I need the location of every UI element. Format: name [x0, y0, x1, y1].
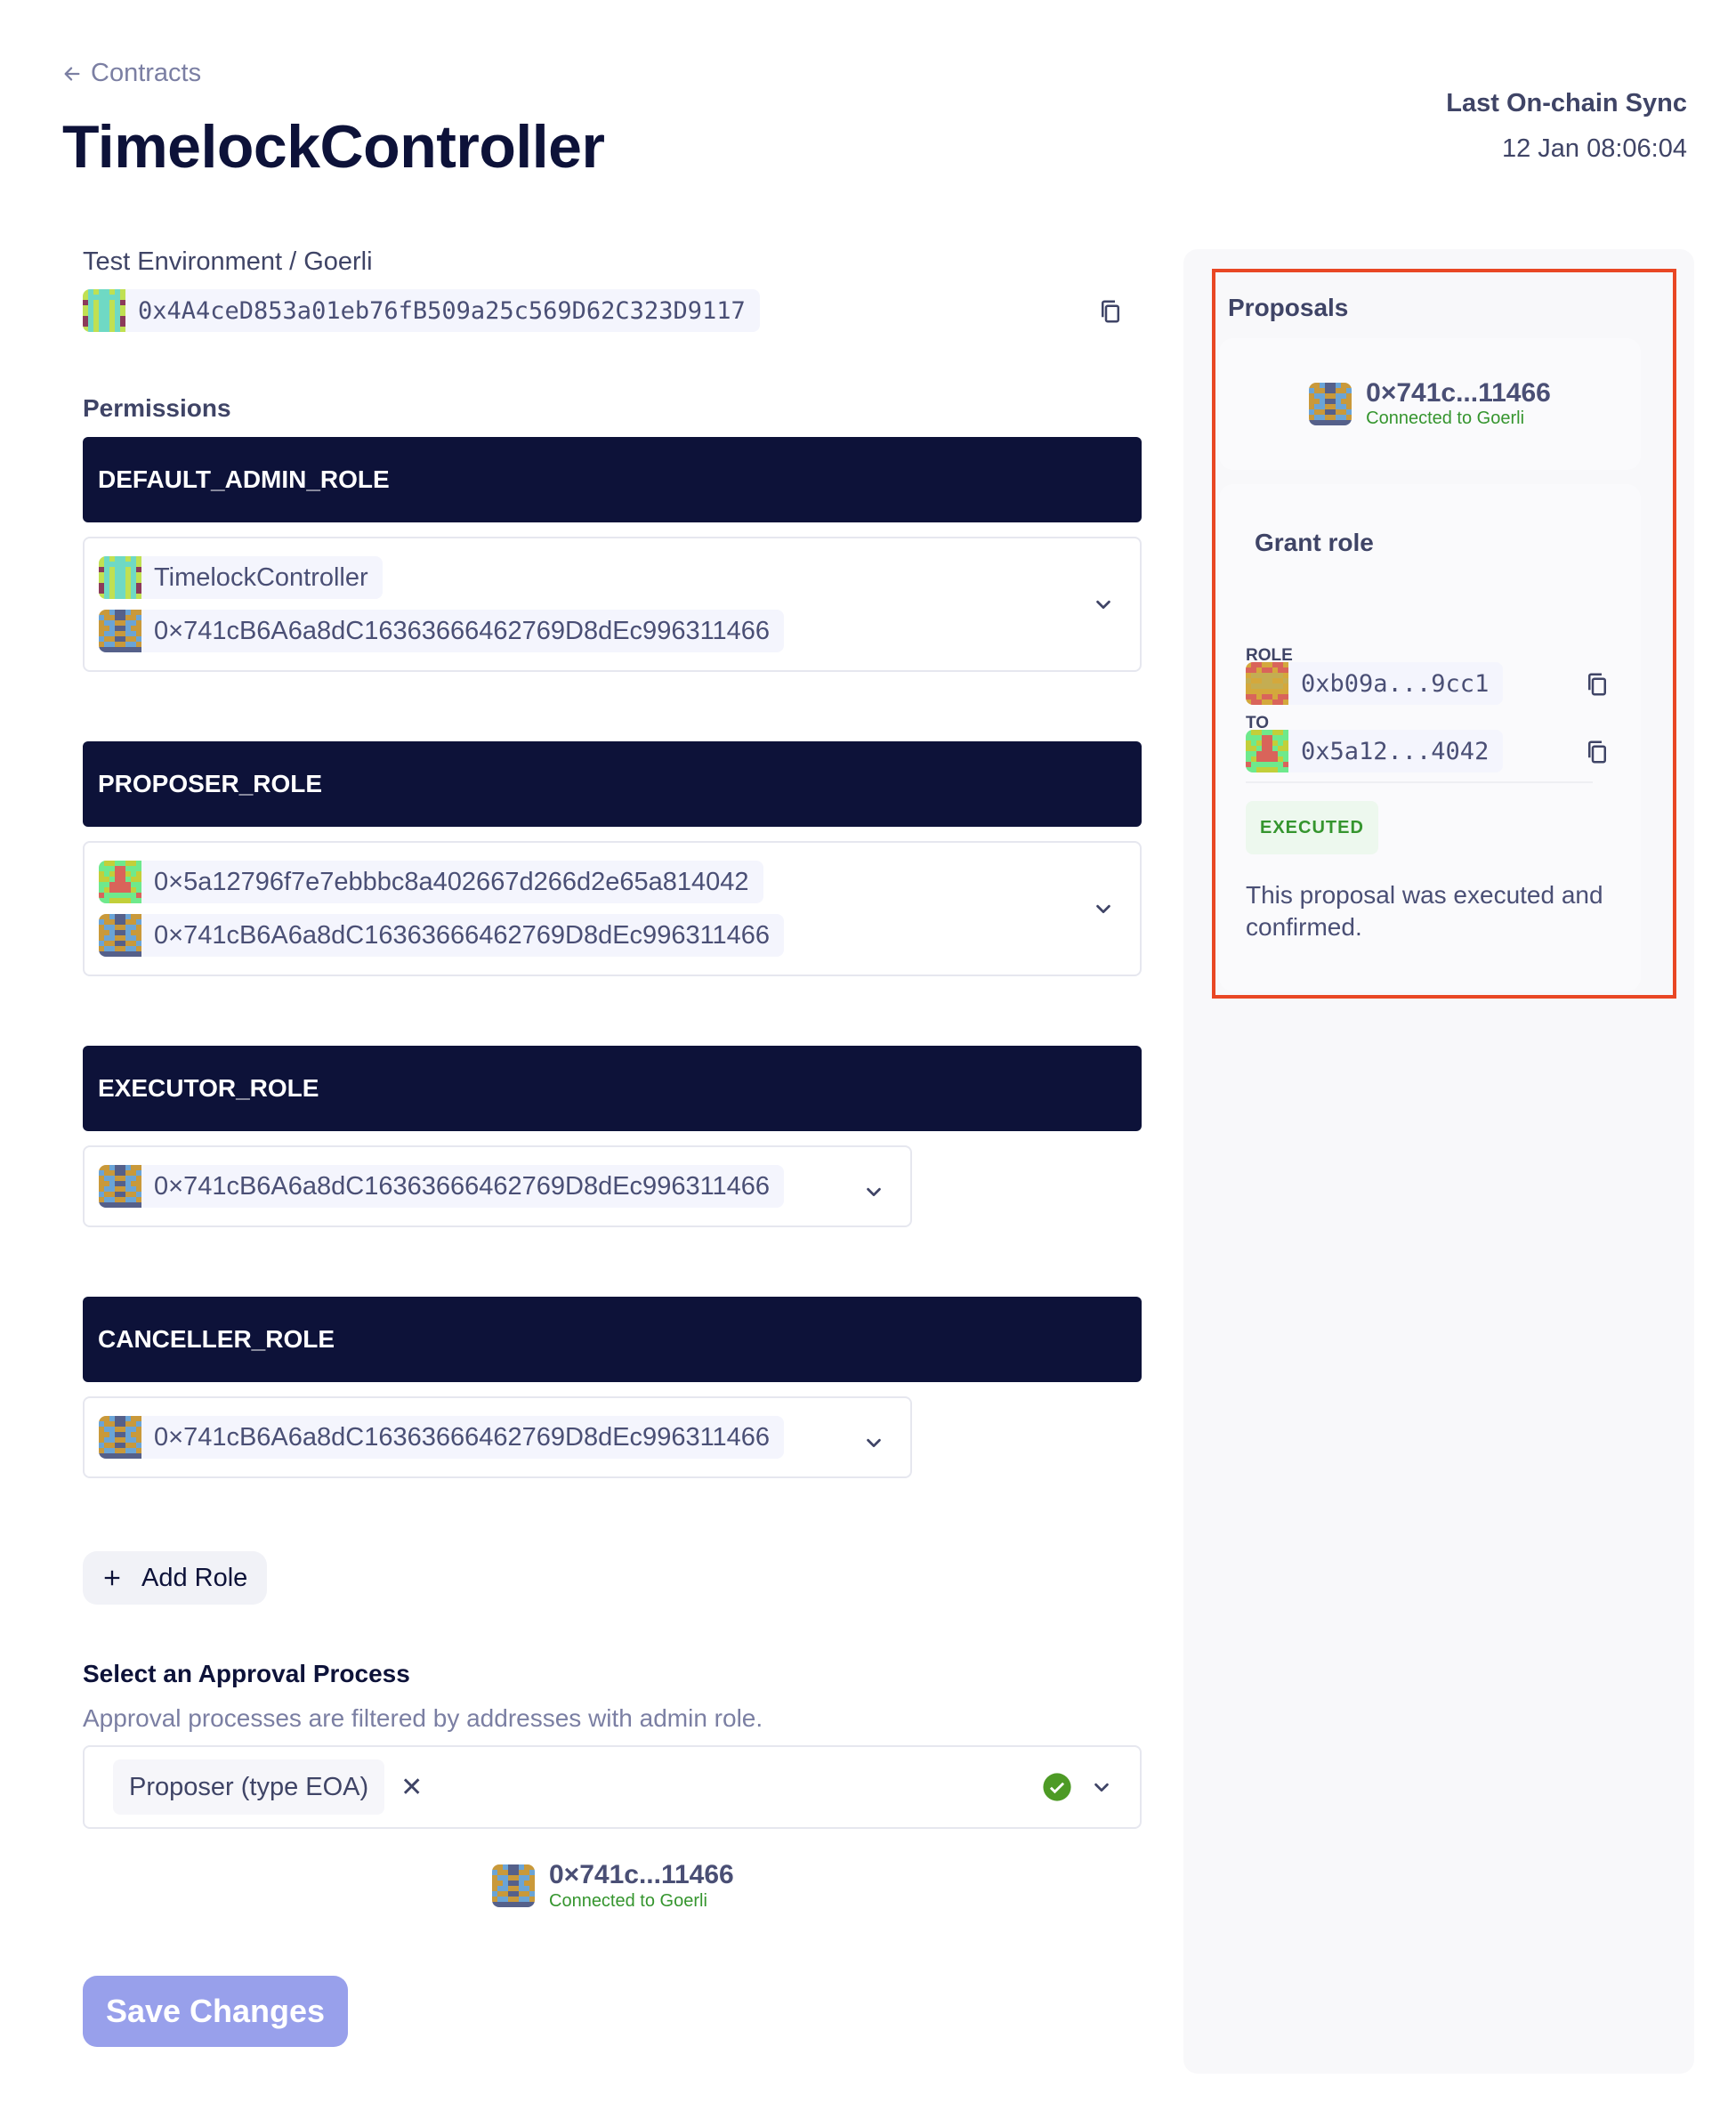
role-executor: EXECUTOR_ROLE 0×741cB6A6a8dC163636664627…: [83, 1046, 1142, 1227]
member-chip: 0×741cB6A6a8dC16363666462769D8dEc9963114…: [99, 914, 785, 957]
wallet-status: Connected to Goerli: [1366, 408, 1525, 429]
role-field: 0xb09a...9cc1: [1246, 662, 1611, 709]
chevron-down-icon[interactable]: [1094, 595, 1113, 614]
role-header: EXECUTOR_ROLE: [83, 1046, 1142, 1131]
role-members-select[interactable]: 0×5a12796f7e7ebbbc8a402667d266d2e65a8140…: [83, 841, 1142, 976]
environment-path: Test Environment / Goerli: [83, 247, 373, 276]
member-label: 0×741cB6A6a8dC16363666462769D8dEc9963114…: [154, 1171, 771, 1201]
identicon: [99, 1416, 141, 1459]
identicon: [1246, 662, 1288, 705]
member-label: 0×741cB6A6a8dC16363666462769D8dEc9963114…: [154, 1422, 771, 1452]
member-chip: 0×741cB6A6a8dC16363666462769D8dEc9963114…: [99, 1416, 785, 1459]
identicon: [492, 1864, 535, 1908]
identicon: [1246, 730, 1288, 772]
add-role-button[interactable]: Add Role: [83, 1551, 268, 1605]
member-label: 0×741cB6A6a8dC16363666462769D8dEc9963114…: [154, 920, 771, 950]
member-chip: 0×741cB6A6a8dC16363666462769D8dEc9963114…: [99, 1165, 785, 1208]
save-changes-button[interactable]: Save Changes: [83, 1975, 348, 2047]
plus-icon: [104, 1570, 120, 1586]
last-sync: Last On-chain Sync 12 Jan 08:06:04: [1446, 89, 1687, 164]
identicon: [99, 556, 141, 599]
role-value: 0xb09a...9cc1: [1301, 669, 1490, 698]
check-circle-icon: [1043, 1773, 1071, 1801]
member-chip: 0×5a12796f7e7ebbbc8a402667d266d2e65a8140…: [99, 861, 763, 903]
identicon: [99, 1165, 141, 1208]
chevron-down-icon[interactable]: [1092, 1777, 1111, 1797]
identicon: [99, 610, 141, 652]
remove-tag-icon[interactable]: ✕: [400, 1772, 423, 1803]
approval-subtitle: Approval processes are filtered by addre…: [83, 1704, 763, 1732]
chevron-down-icon[interactable]: [1094, 899, 1113, 918]
member-label: TimelockController: [154, 562, 368, 592]
to-chip: 0x5a12...4042: [1246, 730, 1504, 772]
divider: [1246, 781, 1593, 783]
copy-icon[interactable]: [1097, 298, 1124, 325]
role-default-admin: DEFAULT_ADMIN_ROLE TimelockController 0×…: [83, 437, 1142, 672]
proposal-title: Grant role: [1255, 529, 1374, 556]
copy-icon[interactable]: [1584, 739, 1611, 765]
proposals-panel: Proposals 0×741c...11466 Connected to Go…: [1183, 249, 1694, 2074]
role-canceller: CANCELLER_ROLE 0×741cB6A6a8dC16363666462…: [83, 1297, 1142, 1478]
to-value: 0x5a12...4042: [1301, 737, 1490, 765]
permissions-label: Permissions: [83, 394, 231, 422]
last-sync-label: Last On-chain Sync: [1446, 89, 1687, 117]
role-header: PROPOSER_ROLE: [83, 741, 1142, 827]
role-header: CANCELLER_ROLE: [83, 1297, 1142, 1382]
last-sync-value: 12 Jan 08:06:04: [1501, 134, 1687, 163]
copy-icon[interactable]: [1584, 671, 1611, 698]
member-label: 0×741cB6A6a8dC16363666462769D8dEc9963114…: [154, 616, 771, 645]
proposals-wallet-card: 0×741c...11466 Connected to Goerli: [1219, 338, 1641, 470]
proposals-title: Proposals: [1228, 294, 1349, 321]
member-chip: 0×741cB6A6a8dC16363666462769D8dEc9963114…: [99, 610, 785, 652]
page-title: TimelockController: [62, 113, 605, 181]
contract-address: 0x4A4ceD853a01eb76fB509a25c569D62C323D91…: [138, 296, 746, 325]
status-description: This proposal was executed and confirmed…: [1246, 881, 1603, 942]
role-members-select[interactable]: 0×741cB6A6a8dC16363666462769D8dEc9963114…: [83, 1145, 912, 1227]
role-members-select[interactable]: TimelockController 0×741cB6A6a8dC1636366…: [83, 537, 1142, 672]
status-badge: EXECUTED: [1246, 801, 1378, 854]
to-field: 0x5a12...4042: [1246, 730, 1611, 777]
connected-wallet: 0×741c...11466 Connected to Goerli: [1309, 379, 1551, 430]
identicon: [99, 914, 141, 957]
role-header: DEFAULT_ADMIN_ROLE: [83, 437, 1142, 522]
approval-process-select[interactable]: Proposer (type EOA) ✕: [83, 1745, 1142, 1829]
wallet-status: Connected to Goerli: [549, 1890, 707, 1911]
contract-details: Test Environment / Goerli 0x4A4ceD853a01…: [83, 247, 1142, 2047]
chevron-down-icon[interactable]: [864, 1433, 884, 1452]
contract-address-chip: 0x4A4ceD853a01eb76fB509a25c569D62C323D91…: [83, 289, 760, 332]
role-chip: 0xb09a...9cc1: [1246, 662, 1504, 705]
connected-wallet: 0×741c...11466 Connected to Goerli: [492, 1861, 1142, 1912]
identicon: [83, 289, 125, 332]
role-proposer: PROPOSER_ROLE 0×5a12796f7e7ebbbc8a402667…: [83, 741, 1142, 976]
back-to-contracts-link[interactable]: Contracts: [62, 59, 201, 88]
identicon: [1309, 383, 1352, 425]
identicon: [99, 861, 141, 903]
arrow-left-icon: [64, 66, 80, 81]
member-chip: TimelockController: [99, 556, 383, 599]
wallet-address: 0×741c...11466: [549, 1860, 734, 1889]
chevron-down-icon[interactable]: [864, 1182, 884, 1201]
selected-approval-tag: Proposer (type EOA): [113, 1759, 385, 1815]
wallet-address: 0×741c...11466: [1366, 377, 1551, 408]
back-link-label: Contracts: [91, 59, 202, 87]
add-role-label: Add Role: [141, 1563, 248, 1592]
member-label: 0×5a12796f7e7ebbbc8a402667d266d2e65a8140…: [154, 867, 749, 896]
role-members-select[interactable]: 0×741cB6A6a8dC16363666462769D8dEc9963114…: [83, 1396, 912, 1478]
approval-title: Select an Approval Process: [83, 1660, 410, 1687]
